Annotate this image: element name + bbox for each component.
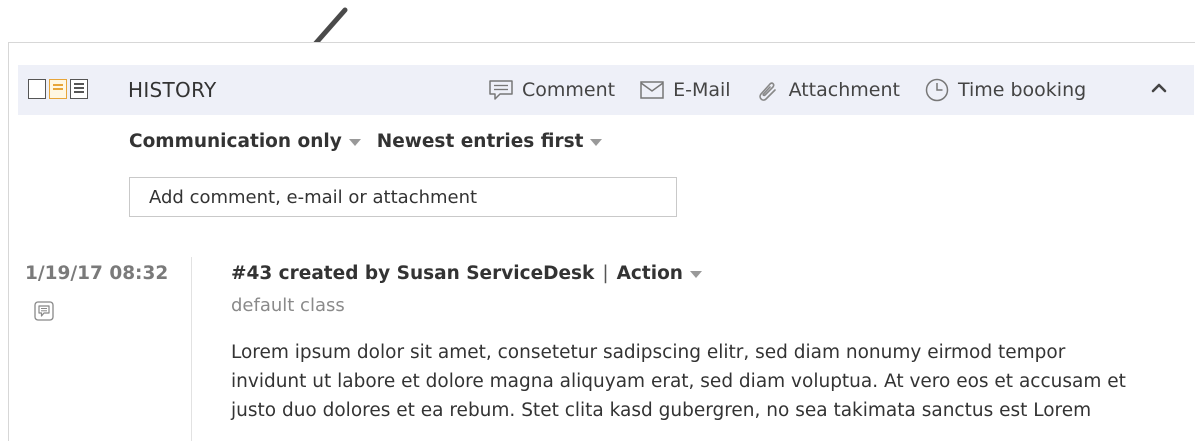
view-list-icon[interactable] [70,79,88,99]
comment-icon [34,301,54,321]
order-filter-label: Newest entries first [376,131,584,152]
entry-divider [191,257,192,441]
entry-action-label: Action [616,263,683,284]
email-button[interactable]: E-Mail [639,79,731,101]
add-comment-input[interactable] [129,177,677,217]
comment-label: Comment [522,79,616,101]
entry-body: Lorem ipsum dolor sit amet, consetetur s… [231,338,1191,425]
entry-body-line: Lorem ipsum dolor sit amet, consetetur s… [231,342,1066,363]
dropdown-caret-icon [590,139,603,146]
dropdown-caret-icon [348,139,361,146]
history-filters: Communication only Newest entries first [129,131,618,152]
type-filter-dropdown[interactable]: Communication only [129,131,361,152]
entry-class: default class [231,295,345,316]
entry-title-text: #43 created by Susan ServiceDesk [231,263,595,284]
entry-body-line: justo duo dolores et ea rebum. Stet clit… [231,400,1092,421]
entry-action-dropdown[interactable]: Action [617,263,702,284]
attachment-button[interactable]: Attachment [755,78,900,102]
paperclip-icon [758,82,776,101]
history-header: HISTORY Comment E-Mail Attachment Time b… [18,65,1194,115]
chevron-up-icon[interactable] [1150,80,1168,94]
comment-button[interactable]: Comment [488,79,615,101]
view-split-icon[interactable] [49,79,67,99]
email-label: E-Mail [673,79,731,101]
history-title: HISTORY [128,78,217,102]
type-filter-label: Communication only [129,131,342,152]
view-switcher [28,79,88,99]
comment-icon [489,80,513,100]
entry-body-line: invidunt ut labore et dolore magna aliqu… [231,371,1126,392]
mail-icon [640,81,664,99]
entry-timestamp: 1/19/17 08:32 [25,263,169,284]
attachment-label: Attachment [788,79,900,101]
history-panel: HISTORY Comment E-Mail Attachment Time b… [8,42,1195,441]
order-filter-dropdown[interactable]: Newest entries first [377,131,603,152]
history-actions: Comment E-Mail Attachment Time booking [488,77,1110,103]
clock-icon [925,78,949,102]
title-separator: | [602,263,609,284]
time-booking-label: Time booking [957,79,1087,101]
entry-title: #43 created by Susan ServiceDesk | Actio… [231,263,702,284]
time-booking-button[interactable]: Time booking [924,77,1086,103]
dropdown-caret-icon [689,271,702,278]
view-single-icon[interactable] [28,79,46,99]
